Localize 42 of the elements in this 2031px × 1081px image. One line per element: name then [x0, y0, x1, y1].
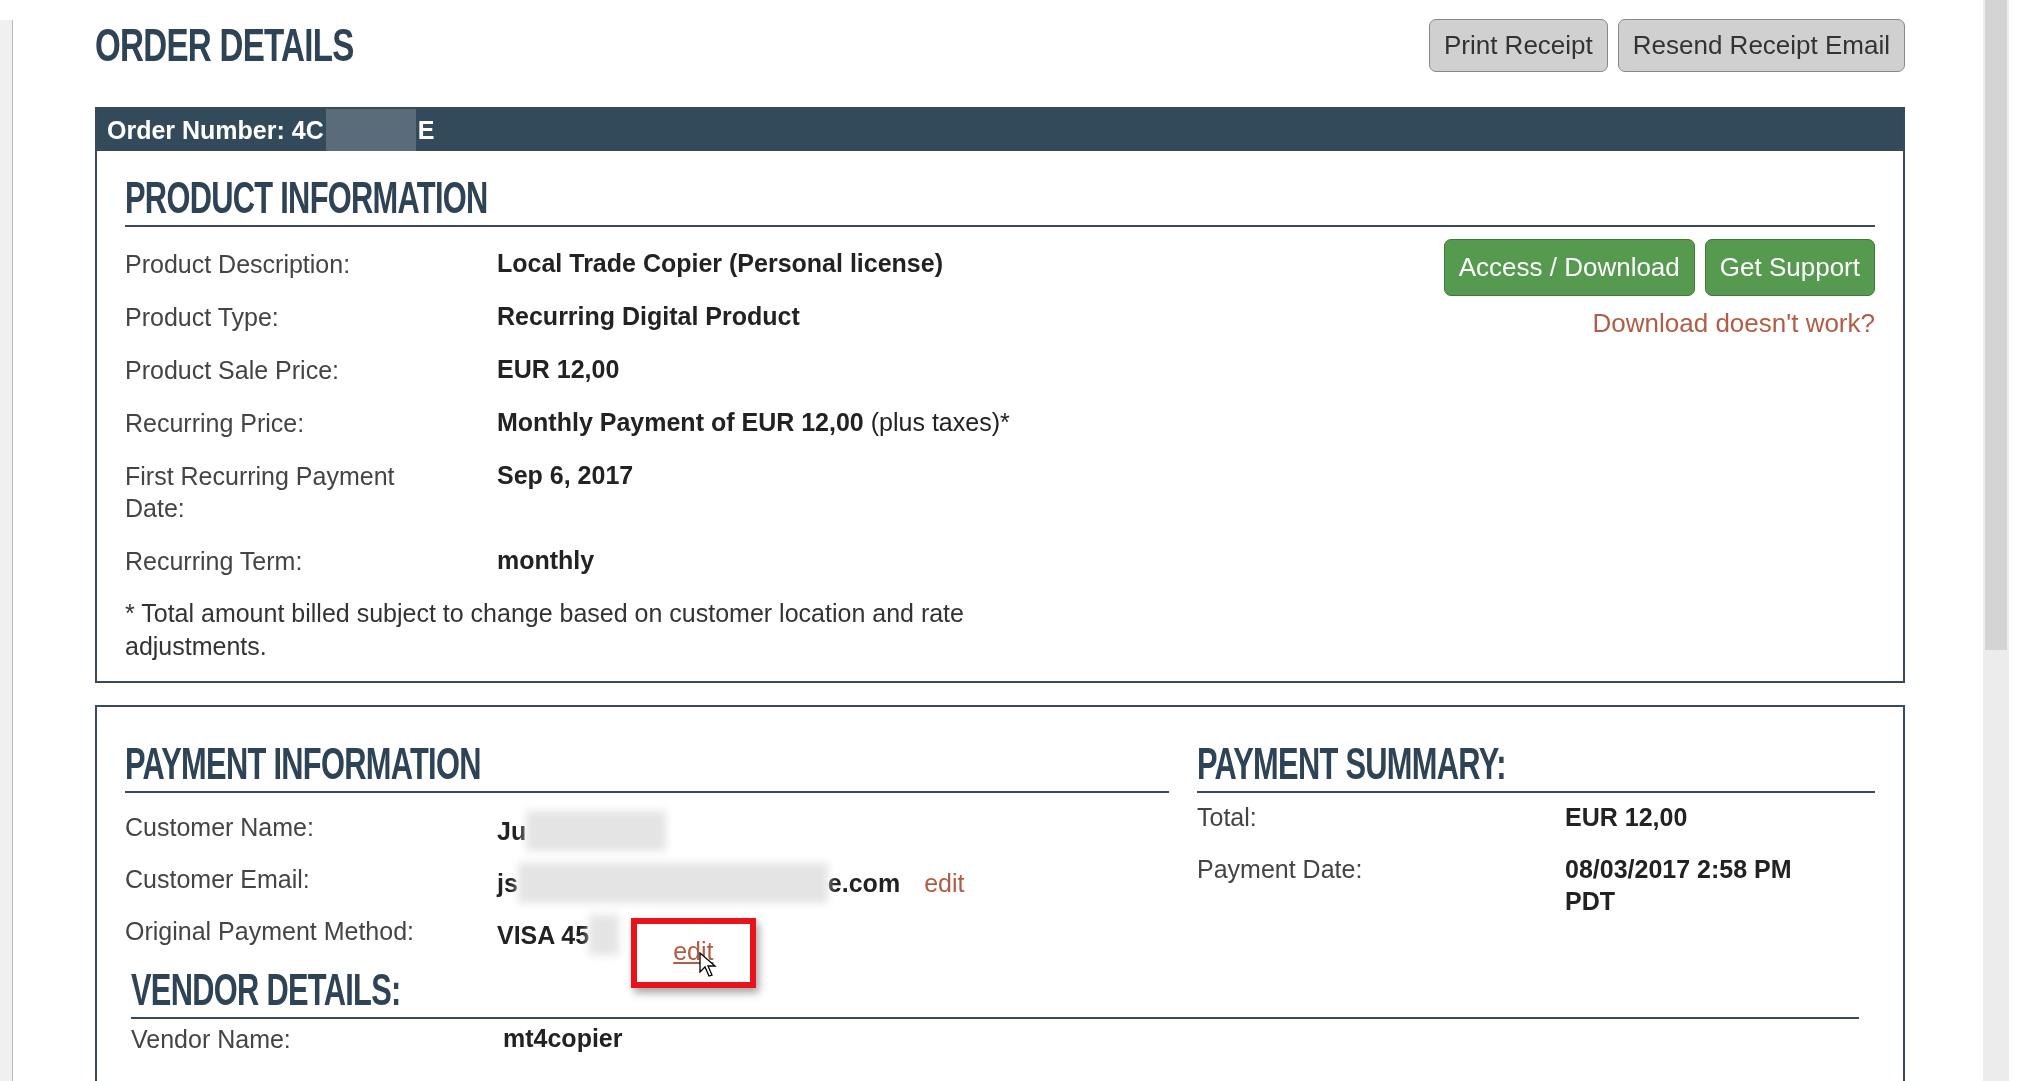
- order-number: Order Number: 4C: [107, 115, 324, 145]
- field-label: Product Type:: [125, 302, 280, 333]
- action-button[interactable]: Access / Download: [1443, 239, 1695, 296]
- section-heading: PAYMENT SUMMARY:: [1197, 739, 1506, 789]
- field-label: First Recurring Payment Date:: [125, 461, 396, 524]
- field-label: Product Sale Price:: [125, 355, 340, 386]
- field-value: js: [497, 868, 518, 898]
- section-heading: PAYMENT INFORMATION: [125, 739, 481, 789]
- scrollbar-thumb[interactable]: [1985, 0, 2007, 650]
- help-link[interactable]: Download doesn't work?: [1592, 308, 1875, 339]
- section-heading: VENDOR DETAILS:: [131, 965, 401, 1015]
- page-title: ORDER DETAILS: [95, 18, 354, 72]
- field-label: Recurring Price:: [125, 408, 306, 439]
- field-label: Recurring Term:: [125, 546, 304, 577]
- field-value: VISA 45: [497, 920, 590, 950]
- field-value: monthly: [497, 545, 595, 575]
- field-label: Customer Name:: [125, 812, 315, 843]
- field-value: Monthly Payment of EUR 12,00 (plus taxes)*: [497, 407, 1010, 437]
- field-value: Local Trade Copier (Personal license): [497, 248, 943, 278]
- action-button[interactable]: Get Support: [1704, 239, 1875, 296]
- field-value: e.com: [827, 868, 901, 898]
- field-value: 08/03/2017 2:58 PM PDT: [1565, 854, 1793, 917]
- field-value: EUR 12,00: [497, 354, 620, 384]
- field-label: Customer Email:: [125, 864, 311, 895]
- field-label: Total:: [1197, 802, 1258, 833]
- field-label: Vendor Name:: [131, 1024, 292, 1055]
- receipt-button[interactable]: Print Receipt: [1428, 18, 1608, 72]
- field-label: Product Description:: [125, 249, 352, 280]
- field-value: Sep 6, 2017: [497, 460, 634, 490]
- field-value: mt4copier: [503, 1023, 623, 1053]
- field-value: EUR 12,00: [1565, 802, 1689, 833]
- footnote: * Total amount billed subject to change based on customer location and rate adjustments.: [125, 598, 965, 662]
- scrollbar[interactable]: [1983, 0, 2009, 1081]
- receipt-button[interactable]: Resend Receipt Email: [1617, 18, 1905, 72]
- edit-link[interactable]: edit: [673, 936, 714, 966]
- field-value: Recurring Digital Product: [497, 301, 800, 331]
- field-value: Ju: [497, 816, 527, 846]
- edit-link[interactable]: edit: [924, 868, 965, 898]
- order-number-suffix: E: [417, 115, 435, 145]
- field-label: Original Payment Method:: [125, 916, 416, 947]
- section-heading: PRODUCT INFORMATION: [125, 173, 488, 223]
- field-label: Payment Date:: [1197, 854, 1364, 885]
